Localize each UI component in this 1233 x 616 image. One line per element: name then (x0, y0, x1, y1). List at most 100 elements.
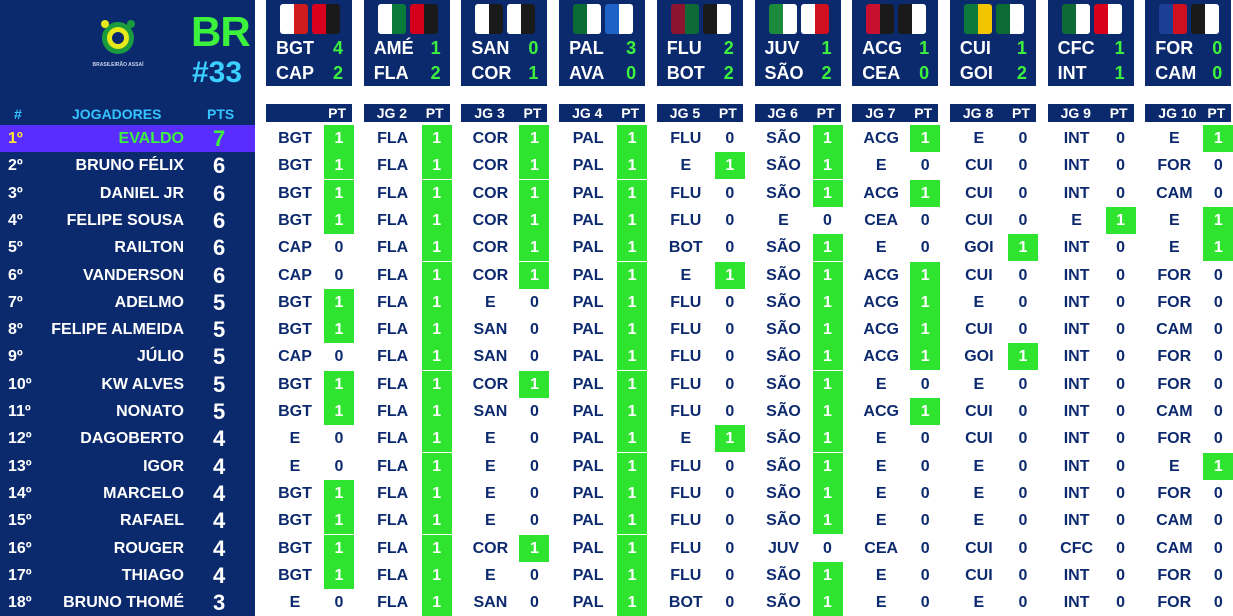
player-row[interactable]: 18º BRUNO THOMÉ 3 (0, 589, 255, 616)
pick-cell: FOR 0 (1145, 289, 1231, 316)
player-row[interactable]: 4º FELIPE SOUSA 6 (0, 207, 255, 234)
pick-cell: SAN 0 (461, 398, 547, 425)
player-row[interactable]: 14º MARCELO 4 (0, 480, 255, 507)
pick-team: BGT (278, 512, 312, 530)
pick-team: E (1168, 211, 1180, 229)
pt-label: PT (425, 105, 444, 121)
pick-points: 0 (1116, 566, 1126, 584)
pick-team: CAM (1156, 321, 1193, 339)
pick-team: PAL (572, 348, 604, 366)
pick-cell: PAL 1 (559, 507, 648, 535)
player-name: BRUNO FÉLIX (75, 157, 184, 175)
player-points: 4 (213, 508, 226, 534)
pick-team: FLU (670, 130, 702, 147)
player-name: JÚLIO (136, 348, 184, 366)
pick-cell: CUI 0 (950, 180, 1036, 207)
pick-cell: PAL 1 (559, 261, 648, 289)
match-card: FOR 0 CAM 0 (1145, 0, 1232, 86)
player-row[interactable]: 10º KW ALVES 5 (0, 371, 255, 398)
pick-team: E (1168, 130, 1180, 147)
player-row[interactable]: 13º IGOR 4 (0, 453, 255, 480)
pick-cell: ACG 1 (852, 125, 941, 152)
pick-points: 0 (1116, 293, 1126, 311)
pick-team: PAL (572, 539, 604, 557)
pick-team: INT (1063, 184, 1090, 202)
pick-cell: E0 (950, 507, 1036, 534)
pick-team: PAL (572, 566, 604, 584)
player-position: 6º (8, 266, 23, 284)
player-name: BRUNO THOMÉ (63, 594, 184, 612)
player-row[interactable]: 2º BRUNO FÉLIX 6 (0, 152, 255, 179)
player-row[interactable]: 9º JÚLIO 5 (0, 343, 255, 370)
pick-cell: SÃO 1 (755, 152, 843, 180)
player-points: 6 (213, 153, 226, 179)
pick-points: 0 (725, 321, 735, 339)
player-row[interactable]: 7º ADELMO 5 (0, 289, 255, 316)
pick-cell: FLA 1 (364, 370, 452, 398)
pick-cell: FLU 0 (657, 507, 743, 534)
player-row[interactable]: 1º EVALDO 7 (0, 125, 255, 152)
away-team: CAP (276, 63, 315, 83)
pick-cell: FLA 1 (364, 507, 452, 535)
pick-cell: FLA 1 (364, 288, 452, 316)
pick-points: 1 (812, 425, 843, 453)
pick-cell: SAN 0 (461, 589, 547, 616)
pick-cell: INT 0 (1048, 398, 1134, 425)
pick-points: 1 (812, 452, 843, 480)
pick-team: FOR (1157, 484, 1192, 502)
home-score: 1 (430, 38, 441, 58)
pick-points: 1 (519, 206, 550, 234)
player-position: 2º (8, 157, 23, 175)
pick-cell: PAL 1 (559, 288, 648, 316)
pick-cell: PAL 1 (559, 179, 648, 207)
pick-cell: E1 (1145, 125, 1233, 152)
round-header: JG 3 PT (461, 104, 548, 122)
pick-team: SÃO (766, 348, 801, 366)
player-row[interactable]: 11º NONATO 5 (0, 398, 255, 425)
pick-points: 0 (920, 211, 930, 229)
pick-points: 0 (1018, 566, 1028, 584)
player-name: ROUGER (113, 539, 184, 557)
home-crest-icon (573, 4, 602, 34)
pick-cell: CUI 0 (950, 425, 1036, 452)
pick-cell: FLU 0 (657, 371, 743, 398)
pick-points: 0 (920, 239, 930, 257)
player-row[interactable]: 5º RAILTON 6 (0, 234, 255, 261)
player-position: 4º (8, 211, 23, 229)
pick-team: FOR (1157, 293, 1192, 311)
pick-team: PAL (572, 594, 604, 612)
pick-points: 1 (617, 261, 648, 289)
pick-team: FLA (377, 157, 409, 175)
pick-cell: SÃO 1 (755, 234, 843, 262)
pick-team: CUI (965, 321, 993, 339)
pick-points: 1 (421, 589, 452, 616)
pick-points: 0 (1116, 403, 1126, 420)
pick-team: CAM (1156, 403, 1193, 420)
player-row[interactable]: 12º DAGOBERTO 4 (0, 425, 255, 452)
pick-team: INT (1063, 430, 1090, 448)
pick-points: 0 (1018, 321, 1028, 339)
pick-cell: CUI 0 (950, 152, 1036, 179)
pick-points: 1 (421, 316, 452, 344)
player-row[interactable]: 3º DANIEL JR 6 (0, 180, 255, 207)
home-crest-icon (475, 4, 504, 34)
pick-team: FOR (1157, 157, 1192, 175)
pick-cell: E0 (852, 453, 938, 480)
pick-team: BOT (668, 594, 703, 612)
player-row[interactable]: 15º RAFAEL 4 (0, 507, 255, 534)
pick-cell: CAP 0 (266, 234, 352, 261)
pick-team: SÃO (766, 321, 801, 339)
home-score: 1 (821, 38, 832, 58)
pick-points: 0 (1018, 430, 1028, 448)
home-score: 2 (723, 38, 734, 58)
pick-points: 0 (1018, 211, 1028, 229)
player-row[interactable]: 17º THIAGO 4 (0, 562, 255, 589)
pick-cell: E0 (852, 562, 938, 589)
player-row[interactable]: 16º ROUGER 4 (0, 535, 255, 562)
pick-points: 1 (812, 234, 843, 262)
pick-cell: CAM 0 (1145, 507, 1231, 534)
player-row[interactable]: 8º FELIPE ALMEIDA 5 (0, 316, 255, 343)
player-row[interactable]: 6º VANDERSON 6 (0, 262, 255, 289)
pick-cell: E0 (266, 453, 352, 480)
pick-cell: INT 0 (1048, 371, 1134, 398)
